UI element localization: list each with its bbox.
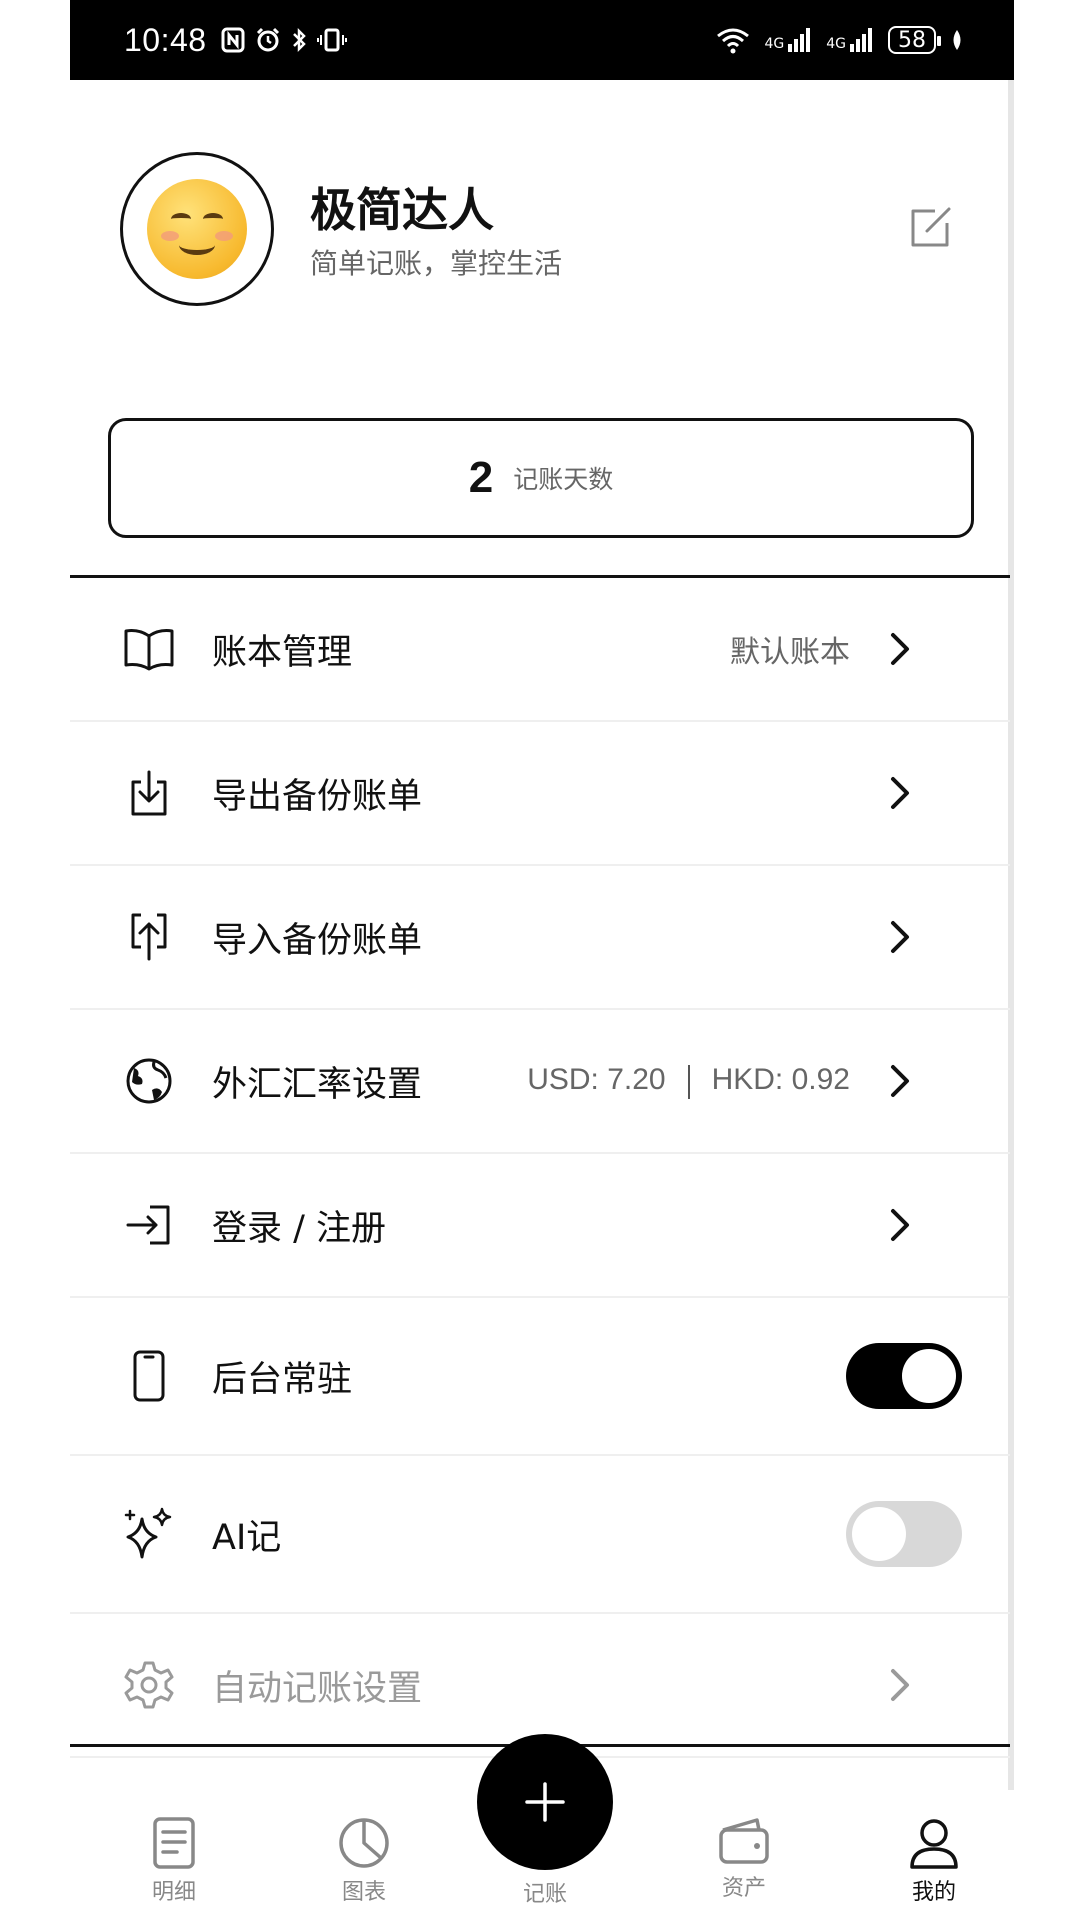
download-icon xyxy=(120,764,178,822)
menu-item-background-resident: 后台常驻 xyxy=(70,1298,1010,1456)
login-icon xyxy=(120,1196,178,1254)
status-left: 10:48 xyxy=(124,22,347,59)
chart-icon xyxy=(339,1818,389,1868)
toggle-knob xyxy=(902,1349,956,1403)
tab-assets[interactable]: 资产 xyxy=(684,1816,804,1902)
chevron-right-icon xyxy=(880,917,920,957)
exchange-rate-values: USD: 7.20 HKD: 0.92 xyxy=(527,1063,850,1099)
chevron-right-icon xyxy=(880,773,920,813)
menu-value: 默认账本 xyxy=(730,636,850,669)
profile-header: 极简达人 简单记账，掌控生活 xyxy=(120,152,960,308)
nfc-icon xyxy=(221,27,245,53)
gear-icon xyxy=(120,1656,178,1714)
profile-subtitle: 简单记账，掌控生活 xyxy=(310,247,563,280)
wallet-icon xyxy=(719,1818,769,1864)
leaf-icon xyxy=(953,30,961,50)
menu-label: 账本管理 xyxy=(212,632,353,673)
menu-label: AI记 xyxy=(212,1517,282,1558)
menu-item-exchange-rate[interactable]: 外汇汇率设置 USD: 7.20 HKD: 0.92 xyxy=(70,1010,1010,1154)
edit-profile-button[interactable] xyxy=(900,198,960,258)
tab-label: 我的 xyxy=(911,1880,956,1905)
menu-label: 自动记账设置 xyxy=(212,1668,423,1709)
tab-label: 资产 xyxy=(721,1876,766,1901)
tab-label: 明细 xyxy=(151,1880,196,1905)
bookkeeping-days-card: 2 记账天数 xyxy=(108,418,974,538)
signal-bars-icon xyxy=(850,28,872,52)
menu-item-export-backup[interactable]: 导出备份账单 xyxy=(70,722,1010,866)
sparkle-icon xyxy=(120,1505,178,1563)
battery-indicator: 58 xyxy=(888,26,941,54)
rate-separator xyxy=(687,1064,690,1099)
person-icon xyxy=(910,1819,958,1869)
book-icon xyxy=(120,620,178,678)
phone-icon xyxy=(120,1347,178,1405)
network-type-2: 4G xyxy=(826,36,846,52)
menu-item-ledger-management[interactable]: 账本管理 默认账本 xyxy=(70,578,1010,722)
chevron-right-icon xyxy=(880,1205,920,1245)
background-resident-toggle[interactable] xyxy=(846,1343,962,1409)
edit-icon xyxy=(911,207,951,247)
globe-icon xyxy=(120,1052,178,1110)
menu-label: 后台常驻 xyxy=(212,1359,353,1400)
battery-level: 58 xyxy=(898,27,926,53)
days-label: 记账天数 xyxy=(513,465,614,494)
signal-2: 4G xyxy=(826,28,874,52)
menu-item-ai-bookkeeping: AI记 xyxy=(70,1456,1010,1614)
menu-item-import-backup[interactable]: 导入备份账单 xyxy=(70,866,1010,1010)
tab-mine[interactable]: 我的 xyxy=(874,1816,994,1906)
status-time: 10:48 xyxy=(124,21,207,58)
signal-1: 4G xyxy=(764,28,812,52)
menu-label: 外汇汇率设置 xyxy=(212,1064,423,1105)
chevron-right-icon xyxy=(880,629,920,669)
detail-icon xyxy=(153,1817,195,1869)
smiley-face-icon xyxy=(147,179,247,279)
hkd-rate: HKD: 0.92 xyxy=(711,1063,850,1097)
avatar[interactable] xyxy=(120,152,274,306)
plus-icon xyxy=(525,1782,565,1822)
menu-label: 导出备份账单 xyxy=(212,776,423,817)
network-type-1: 4G xyxy=(764,36,785,52)
status-right: 4G 4G 58 xyxy=(716,26,964,54)
upload-icon xyxy=(120,908,178,966)
settings-menu: 账本管理 默认账本 导出备份账单 导入备份账单 外汇汇率设置 USD: 7.20… xyxy=(70,578,1010,1758)
tab-label: 图表 xyxy=(341,1880,386,1905)
ai-bookkeeping-toggle[interactable] xyxy=(846,1501,962,1567)
menu-label: 导入备份账单 xyxy=(212,920,423,961)
chevron-right-icon xyxy=(880,1665,920,1705)
bluetooth-icon xyxy=(292,27,306,53)
wifi-icon xyxy=(717,28,750,54)
menu-item-login-register[interactable]: 登录 / 注册 xyxy=(70,1154,1010,1298)
alarm-icon xyxy=(256,27,279,52)
signal-bars-icon xyxy=(788,28,811,52)
tab-details[interactable]: 明细 xyxy=(114,1816,234,1906)
profile-name: 极简达人 xyxy=(310,183,494,237)
usd-rate: USD: 7.20 xyxy=(527,1063,666,1097)
status-bar: 10:48 4G 4G 58 xyxy=(70,0,1014,80)
vibrate-icon xyxy=(316,28,347,52)
add-record-button[interactable] xyxy=(477,1734,613,1870)
add-record-label: 记账 xyxy=(522,1882,567,1907)
chevron-right-icon xyxy=(880,1061,920,1101)
toggle-knob xyxy=(852,1507,906,1561)
days-count: 2 xyxy=(468,453,494,502)
status-icons-left xyxy=(221,27,347,53)
tab-charts[interactable]: 图表 xyxy=(304,1816,424,1906)
menu-label: 登录 / 注册 xyxy=(212,1208,387,1249)
